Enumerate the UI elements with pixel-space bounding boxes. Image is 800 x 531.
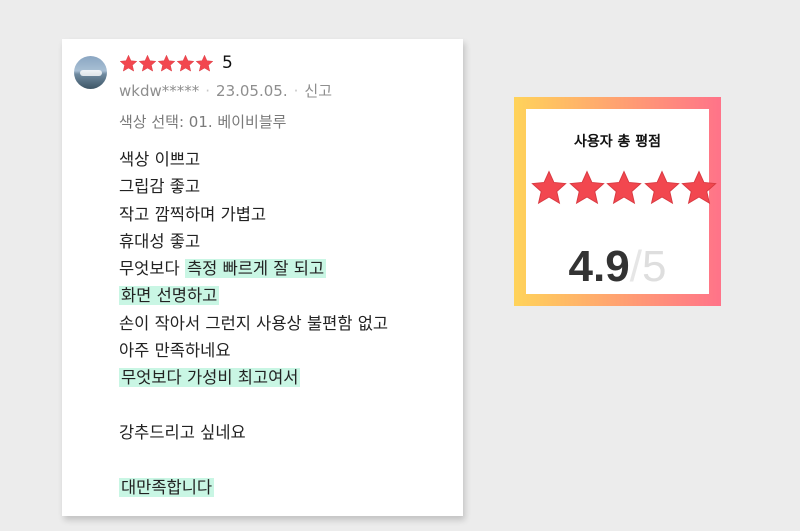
rating-stars: [119, 54, 214, 73]
review-line: 강추드리고 싶네요: [119, 419, 459, 446]
separator-dot: ·: [205, 82, 211, 100]
review-line-text: 그립감 좋고: [119, 177, 201, 197]
score-title: 사용자 총 평점: [573, 134, 662, 150]
review-line: 그립감 좋고: [119, 173, 459, 200]
review-line: 작고 깜찍하며 가볍고: [119, 201, 459, 228]
star-icon: [157, 54, 176, 72]
highlighted-text: 무엇보다 가성비 최고여서: [119, 368, 301, 388]
review-line-text: 아주 만족하네요: [119, 341, 231, 361]
review-rating: 5: [119, 54, 233, 73]
star-icon: [119, 54, 138, 72]
review-line-text: 작고 깜찍하며 가볍고: [119, 204, 267, 224]
star-icon: [531, 170, 567, 205]
star-icon: [643, 170, 680, 205]
avatar-cloud: [80, 70, 102, 76]
review-line: 대만족합니다: [119, 474, 459, 501]
avatar[interactable]: [74, 56, 107, 89]
score-panel-inner: 사용자 총 평점 4.9/5: [526, 109, 717, 294]
star-icon: [138, 54, 157, 72]
separator-dot: ·: [293, 82, 299, 100]
total-rating-stars: [530, 169, 718, 207]
star-icon: [176, 54, 195, 72]
review-line-text: 무엇보다: [119, 259, 185, 279]
score-max: 5: [641, 242, 667, 291]
reviewer-name: wkdw*****: [119, 82, 200, 100]
star-icon: [195, 54, 214, 72]
total-score-panel: 사용자 총 평점 4.9/5: [514, 97, 721, 306]
review-line: 무엇보다 측정 빠르게 잘 되고: [119, 255, 459, 282]
star-icon: [606, 170, 642, 205]
review-text: 색상 이쁘고그립감 좋고작고 깜찍하며 가볍고휴대성 좋고무엇보다 측정 빠르게…: [119, 146, 459, 501]
highlighted-text: 화면 선명하고: [119, 286, 220, 306]
star-icon: [568, 170, 605, 205]
score-slash: /: [629, 242, 642, 291]
review-line: 휴대성 좋고: [119, 228, 459, 255]
star-icon: [681, 170, 717, 205]
review-line: 아주 만족하네요: [119, 337, 459, 364]
rating-value: 5: [222, 53, 233, 73]
review-line-text: 색상 이쁘고: [119, 150, 201, 169]
highlighted-text: 대만족합니다: [119, 477, 215, 497]
review-meta: wkdw***** · 23.05.05. · 신고: [119, 80, 332, 101]
review-line-text: 강추드리고 싶네요: [119, 422, 246, 442]
review-line: 색상 이쁘고: [119, 146, 459, 173]
review-line-text: 손이 작아서 그런지 사용상 불편함 없고: [119, 313, 389, 333]
score-average: 4.9: [568, 242, 630, 291]
review-card: 5 wkdw***** · 23.05.05. · 신고 색상 선택: 01. 베이비블…: [62, 39, 463, 516]
review-line: 무엇보다 가성비 최고여서: [119, 364, 459, 391]
score-value: 4.9/5: [526, 242, 709, 292]
review-line: 화면 선명하고: [119, 282, 459, 309]
review-line: [119, 392, 459, 419]
review-line: 손이 작아서 그런지 사용상 불편함 없고: [119, 310, 459, 337]
review-line-text: 휴대성 좋고: [119, 231, 201, 251]
highlighted-text: 측정 빠르게 잘 되고: [184, 259, 327, 279]
report-link[interactable]: 신고: [304, 82, 332, 100]
purchase-option: 색상 선택: 01. 베이비블루: [119, 113, 287, 131]
review-line: [119, 446, 459, 473]
review-date: 23.05.05.: [216, 82, 288, 100]
